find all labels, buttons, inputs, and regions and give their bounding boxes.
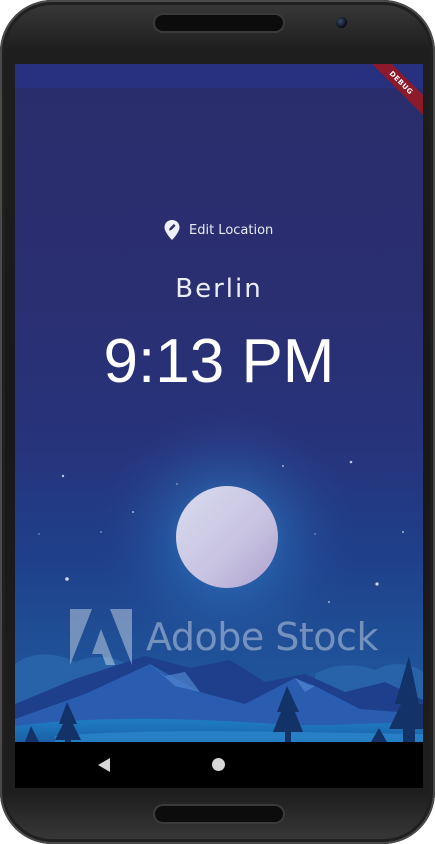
home-circle-icon[interactable]: [212, 758, 225, 771]
front-camera: [336, 17, 347, 28]
current-time: 9:13 PM: [103, 327, 335, 396]
back-triangle-icon[interactable]: [98, 758, 110, 772]
location-pin-icon: [164, 220, 180, 240]
moon: [176, 486, 278, 588]
edit-location-label: Edit Location: [189, 222, 274, 238]
watermark: Adobe Stock: [70, 609, 378, 665]
phone-frame: DEBUG Edit Location Berlin 9:13 PM Adobe…: [0, 0, 435, 844]
city-name: Berlin: [175, 274, 263, 304]
watermark-text: Adobe Stock: [146, 615, 378, 659]
status-bar: [15, 64, 423, 88]
adobe-logo-icon: [70, 609, 132, 665]
earpiece-speaker: [155, 15, 283, 31]
system-navigation-bar: [15, 742, 423, 788]
bottom-speaker: [155, 806, 283, 822]
app-screen: DEBUG Edit Location Berlin 9:13 PM Adobe…: [15, 64, 423, 742]
edit-location-button[interactable]: Edit Location: [163, 219, 273, 241]
